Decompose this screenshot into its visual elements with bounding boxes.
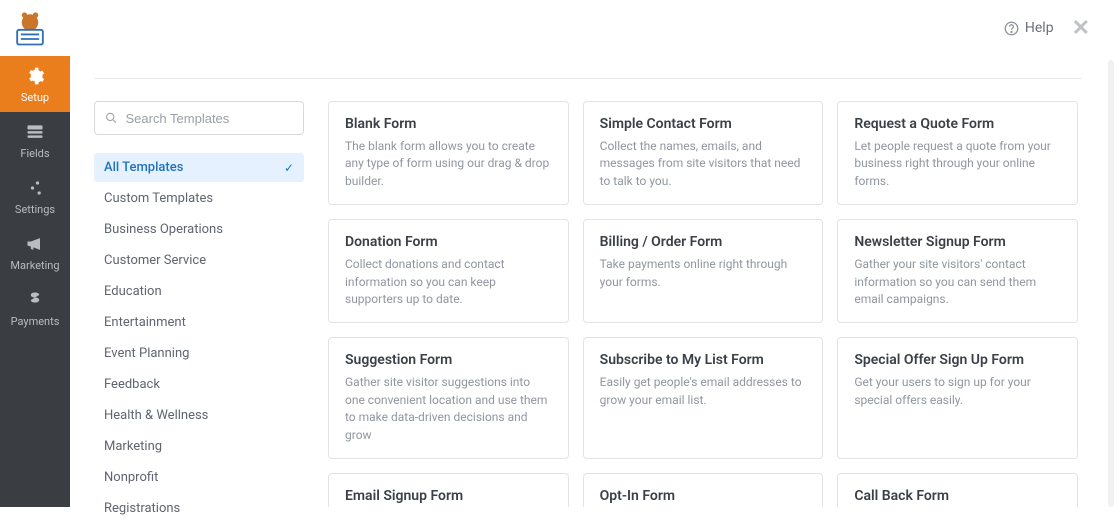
template-desc: Gather your site visitors' contact infor… xyxy=(854,256,1061,308)
template-title: Suggestion Form xyxy=(345,352,552,368)
category-label: Education xyxy=(104,284,162,299)
category-item[interactable]: Health & Wellness xyxy=(94,401,304,430)
check-icon: ✓ xyxy=(284,161,294,175)
category-item[interactable]: Entertainment xyxy=(94,308,304,337)
template-title: Billing / Order Form xyxy=(600,234,807,250)
category-label: Event Planning xyxy=(104,346,189,361)
template-card[interactable]: Call Back FormGather leads details and p… xyxy=(837,473,1078,507)
category-item[interactable]: Feedback xyxy=(94,370,304,399)
template-title: Simple Contact Form xyxy=(600,116,807,132)
category-label: Health & Wellness xyxy=(104,408,208,423)
template-title: Opt-In Form xyxy=(600,488,807,504)
template-card[interactable]: Blank Form The blank form allows you to c… xyxy=(328,101,569,205)
template-card[interactable]: Suggestion Form Gather site visitor sugge… xyxy=(328,337,569,459)
category-list: All Templates ✓ Custom Templates Business O… xyxy=(94,153,304,523)
gear-icon xyxy=(24,65,46,87)
help-link[interactable]: Help xyxy=(1004,20,1054,36)
template-desc: Easily get people's email addresses to g… xyxy=(600,374,807,409)
nav-marketing[interactable]: Marketing xyxy=(0,224,70,280)
sliders-icon xyxy=(24,177,46,199)
help-label: Help xyxy=(1025,20,1054,36)
template-title: Donation Form xyxy=(345,234,552,250)
category-item[interactable]: Event Planning xyxy=(94,339,304,368)
nav-fields[interactable]: Fields xyxy=(0,112,70,168)
category-label: Entertainment xyxy=(104,315,186,330)
nav-label: Settings xyxy=(15,203,55,216)
template-title: Subscribe to My List Form xyxy=(600,352,807,368)
template-title: Call Back Form xyxy=(854,488,1061,504)
nav-setup[interactable]: Setup xyxy=(0,56,70,112)
template-desc: The blank form allows you to create any … xyxy=(345,138,552,190)
template-card[interactable]: Opt-In FormAsk website visitors for thei… xyxy=(583,473,824,507)
template-card[interactable]: Simple Contact Form Collect the names, em… xyxy=(583,101,824,205)
template-card[interactable]: Donation Form Collect donations and conta… xyxy=(328,219,569,323)
template-card[interactable]: Newsletter Signup Form Gather your site v… xyxy=(837,219,1078,323)
template-card[interactable]: Email Signup FormCollect email addresses… xyxy=(328,473,569,507)
category-item[interactable]: Nonprofit xyxy=(94,463,304,492)
category-label: Customer Service xyxy=(104,253,206,268)
close-button[interactable]: ✕ xyxy=(1072,16,1090,41)
template-title: Newsletter Signup Form xyxy=(854,234,1061,250)
template-title: Special Offer Sign Up Form xyxy=(854,352,1061,368)
template-desc: Take payments online right through your … xyxy=(600,256,807,291)
category-label: Marketing xyxy=(104,439,162,454)
template-desc: Get your users to sign up for your speci… xyxy=(854,374,1061,409)
search-input[interactable] xyxy=(125,111,293,126)
nav-payments[interactable]: Payments xyxy=(0,280,70,336)
category-label: Nonprofit xyxy=(104,470,158,485)
category-item[interactable]: Education xyxy=(94,277,304,306)
category-item[interactable]: Business Operations xyxy=(94,215,304,244)
template-title: Request a Quote Form xyxy=(854,116,1061,132)
template-desc: Let people request a quote from your bus… xyxy=(854,138,1061,190)
nav-settings[interactable]: Settings xyxy=(0,168,70,224)
category-item[interactable]: Registrations xyxy=(94,494,304,523)
dollar-icon xyxy=(24,289,46,311)
fields-icon xyxy=(24,121,46,143)
template-card[interactable]: Billing / Order Form Take payments online… xyxy=(583,219,824,323)
nav-label: Marketing xyxy=(10,259,59,272)
app-logo xyxy=(8,6,52,50)
template-title: Email Signup Form xyxy=(345,488,552,504)
category-item[interactable]: All Templates ✓ xyxy=(94,153,304,182)
category-label: Registrations xyxy=(104,501,180,516)
template-card[interactable]: Special Offer Sign Up Form Get your users… xyxy=(837,337,1078,459)
category-label: All Templates xyxy=(104,160,183,175)
sidebar-nav: Setup Fields Settings Marketing Payments xyxy=(0,56,70,507)
search-templates[interactable] xyxy=(94,101,304,135)
search-icon xyxy=(105,111,117,125)
category-label: Custom Templates xyxy=(104,191,213,206)
template-grid: Blank Form The blank form allows you to c… xyxy=(328,101,1082,507)
category-label: Business Operations xyxy=(104,222,223,237)
bullhorn-icon xyxy=(24,233,46,255)
nav-label: Fields xyxy=(20,147,49,160)
nav-label: Payments xyxy=(11,315,60,328)
template-title: Blank Form xyxy=(345,116,552,132)
scrollbar[interactable] xyxy=(1108,60,1114,507)
category-item[interactable]: Customer Service xyxy=(94,246,304,275)
template-desc: Collect donations and contact informatio… xyxy=(345,256,552,308)
template-card[interactable]: Subscribe to My List Form Easily get peop… xyxy=(583,337,824,459)
nav-label: Setup xyxy=(21,91,49,104)
template-card[interactable]: Request a Quote Form Let people request a… xyxy=(837,101,1078,205)
template-desc: Gather site visitor suggestions into one… xyxy=(345,374,552,444)
template-desc: Collect the names, emails, and messages … xyxy=(600,138,807,190)
category-item[interactable]: Custom Templates xyxy=(94,184,304,213)
category-label: Feedback xyxy=(104,377,160,392)
category-item[interactable]: Marketing xyxy=(94,432,304,461)
help-icon xyxy=(1004,21,1019,36)
